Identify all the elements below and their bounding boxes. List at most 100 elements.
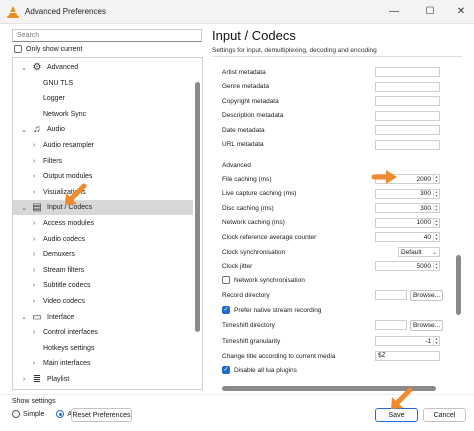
checkbox-box[interactable] [14, 45, 22, 53]
caching-label: Disc caching (ms) [222, 204, 274, 212]
timeshift-granularity-spinbox[interactable]: -1 ▴ ▾ [375, 336, 440, 346]
prefer-native-checkbox[interactable]: ✓ [222, 306, 230, 314]
tree-item[interactable]: › Filters [13, 154, 193, 169]
tree-item[interactable]: › Access modules [13, 216, 193, 231]
only-show-current-checkbox[interactable]: Only show current [14, 45, 82, 53]
tree-item[interactable]: ⌄ ▭ Interface [13, 310, 193, 325]
metadata-row: Artist metadata [212, 66, 448, 78]
timeshift-granularity-row: Timeshift granularity -1 ▴ ▾ [212, 335, 448, 347]
chevron-down-icon[interactable]: ⌄ [19, 313, 29, 321]
caching-value: 300 [420, 204, 431, 212]
tree-item[interactable]: Network Sync [13, 107, 193, 122]
tree-item-label: Logger [43, 95, 65, 103]
change-title-label: Change title according to current media [222, 352, 336, 360]
reset-preferences-button[interactable]: Reset Preferences [71, 408, 132, 422]
chevron-right-icon[interactable]: › [29, 267, 39, 274]
metadata-input[interactable] [375, 81, 440, 92]
chevron-right-icon[interactable]: › [29, 158, 39, 165]
disable-lua-label: Disable all lua plugins [234, 366, 297, 374]
tree-item[interactable]: › Audio codecs [13, 232, 193, 247]
tree-item[interactable]: › Output modules [13, 169, 193, 184]
tree-item[interactable]: ⌄ ♫ Audio [13, 122, 193, 137]
spin-arrows-icon[interactable]: ▴ ▾ [433, 189, 439, 198]
only-show-current-label: Only show current [26, 45, 83, 53]
tree-item[interactable]: › Visualizations [13, 185, 193, 200]
chevron-right-icon[interactable]: › [29, 251, 39, 258]
tree-item[interactable]: Logger [13, 91, 193, 106]
disable-lua-row[interactable]: ✓ Disable all lua plugins [212, 364, 448, 376]
tree-item[interactable]: › Audio resampler [13, 138, 193, 153]
prefer-native-row[interactable]: ✓ Prefer native stream recording [212, 304, 448, 316]
caching-spinbox[interactable]: 300 ▴ ▾ [375, 203, 440, 213]
chevron-right-icon[interactable]: › [29, 189, 39, 196]
caching-spinbox[interactable]: 300 ▴ ▾ [375, 188, 440, 199]
all-radio[interactable] [56, 410, 65, 418]
change-title-input[interactable]: $Z [375, 351, 440, 361]
chevron-right-icon[interactable]: › [29, 236, 39, 243]
chevron-down-icon[interactable]: ⌄ [19, 64, 29, 72]
chevron-right-icon[interactable]: › [19, 376, 29, 383]
chevron-down-icon[interactable]: ⌄ [19, 204, 29, 212]
tree-item[interactable]: › Control interfaces [13, 325, 193, 340]
metadata-input[interactable] [375, 110, 440, 121]
tree-item[interactable]: GNU TLS [13, 76, 193, 91]
chevron-right-icon[interactable]: › [29, 142, 39, 149]
page-subtitle: Settings for input, demultiplexing, deco… [212, 47, 377, 54]
network-sync-row[interactable]: Network synchronisation [212, 274, 448, 286]
caching-row: Disc caching (ms) 300 ▴ ▾ [212, 202, 448, 214]
spin-arrows-icon[interactable]: ▴ ▾ [433, 204, 439, 212]
clock-sync-select[interactable]: Default ⌄ [398, 247, 440, 257]
metadata-input[interactable] [375, 139, 440, 150]
simple-radio-label: Simple [23, 410, 45, 418]
caching-spinbox[interactable]: 40 ▴ ▾ [375, 232, 440, 242]
metadata-input[interactable] [375, 67, 440, 77]
chevron-right-icon[interactable]: › [29, 298, 39, 305]
category-tree[interactable]: ⌄ ⚙ Advanced GNU TLS Logger Network Sync ⌄ ♫ Aud… [12, 57, 203, 390]
tree-item[interactable]: ⌄ ⚙ Advanced [13, 60, 193, 75]
tree-item[interactable]: › ≣ Playlist [13, 372, 193, 387]
chevron-right-icon[interactable]: › [29, 220, 39, 227]
tree-item[interactable]: › Subtitle codecs [13, 278, 193, 293]
tree-item[interactable]: › Main interfaces [13, 356, 193, 371]
metadata-input[interactable] [375, 96, 440, 106]
tree-item[interactable]: › Demuxers [13, 247, 193, 262]
tree-item[interactable]: ⌄ ▤ Input / Codecs [13, 200, 193, 216]
maximize-button[interactable]: ☐ [412, 0, 448, 24]
disable-lua-checkbox[interactable]: ✓ [222, 366, 230, 374]
tree-item-label: Access modules [43, 220, 94, 227]
record-directory-field[interactable] [375, 290, 407, 300]
spin-arrows-icon[interactable]: ▴ ▾ [433, 218, 439, 227]
close-button[interactable]: ✕ [448, 0, 474, 24]
tree-item[interactable]: › Stream filters [13, 263, 193, 278]
chevron-down-icon[interactable]: ⌄ [19, 126, 29, 134]
spin-arrows-icon[interactable]: ▴ ▾ [433, 233, 439, 241]
advanced-section-label: Advanced [222, 161, 251, 169]
clock-sync-row: Clock synchronisation Default ⌄ [212, 246, 448, 258]
spin-arrows-icon[interactable]: ▴ ▾ [433, 175, 439, 183]
network-sync-checkbox[interactable] [222, 276, 230, 284]
caching-spinbox[interactable]: 1000 ▴ ▾ [375, 217, 440, 228]
tree-item[interactable]: › Video codecs [13, 294, 193, 309]
tree-scrollbar[interactable] [195, 62, 200, 387]
record-directory-browse-button[interactable]: Browse... [410, 289, 443, 301]
tree-item[interactable]: Hotkeys settings [13, 341, 193, 356]
timeshift-directory-browse-button[interactable]: Browse... [410, 319, 443, 331]
spin-arrows-icon[interactable]: ▴ ▾ [433, 262, 439, 270]
chevron-right-icon[interactable]: › [29, 282, 39, 289]
chevron-right-icon[interactable]: › [29, 360, 39, 367]
settings-vertical-scrollbar[interactable] [456, 60, 461, 380]
chevron-right-icon[interactable]: › [29, 329, 39, 336]
cancel-button[interactable]: Cancel [423, 408, 466, 422]
tree-scrollbar-thumb[interactable] [195, 82, 200, 332]
simple-radio[interactable] [12, 410, 20, 418]
search-input[interactable] [12, 29, 202, 42]
settings-scrollbar-thumb[interactable] [456, 255, 461, 315]
chevron-right-icon[interactable]: › [29, 173, 39, 180]
caching-label: Live capture caching (ms) [222, 190, 297, 197]
timeshift-directory-field[interactable] [375, 320, 407, 330]
spin-arrows-icon[interactable]: ▴ ▾ [433, 337, 439, 345]
tree-item-label: Network Sync [43, 110, 87, 118]
clock-jitter-spinbox[interactable]: 5000 ▴ ▾ [375, 261, 440, 271]
minimize-button[interactable]: — [376, 0, 412, 24]
metadata-input[interactable] [375, 125, 440, 135]
